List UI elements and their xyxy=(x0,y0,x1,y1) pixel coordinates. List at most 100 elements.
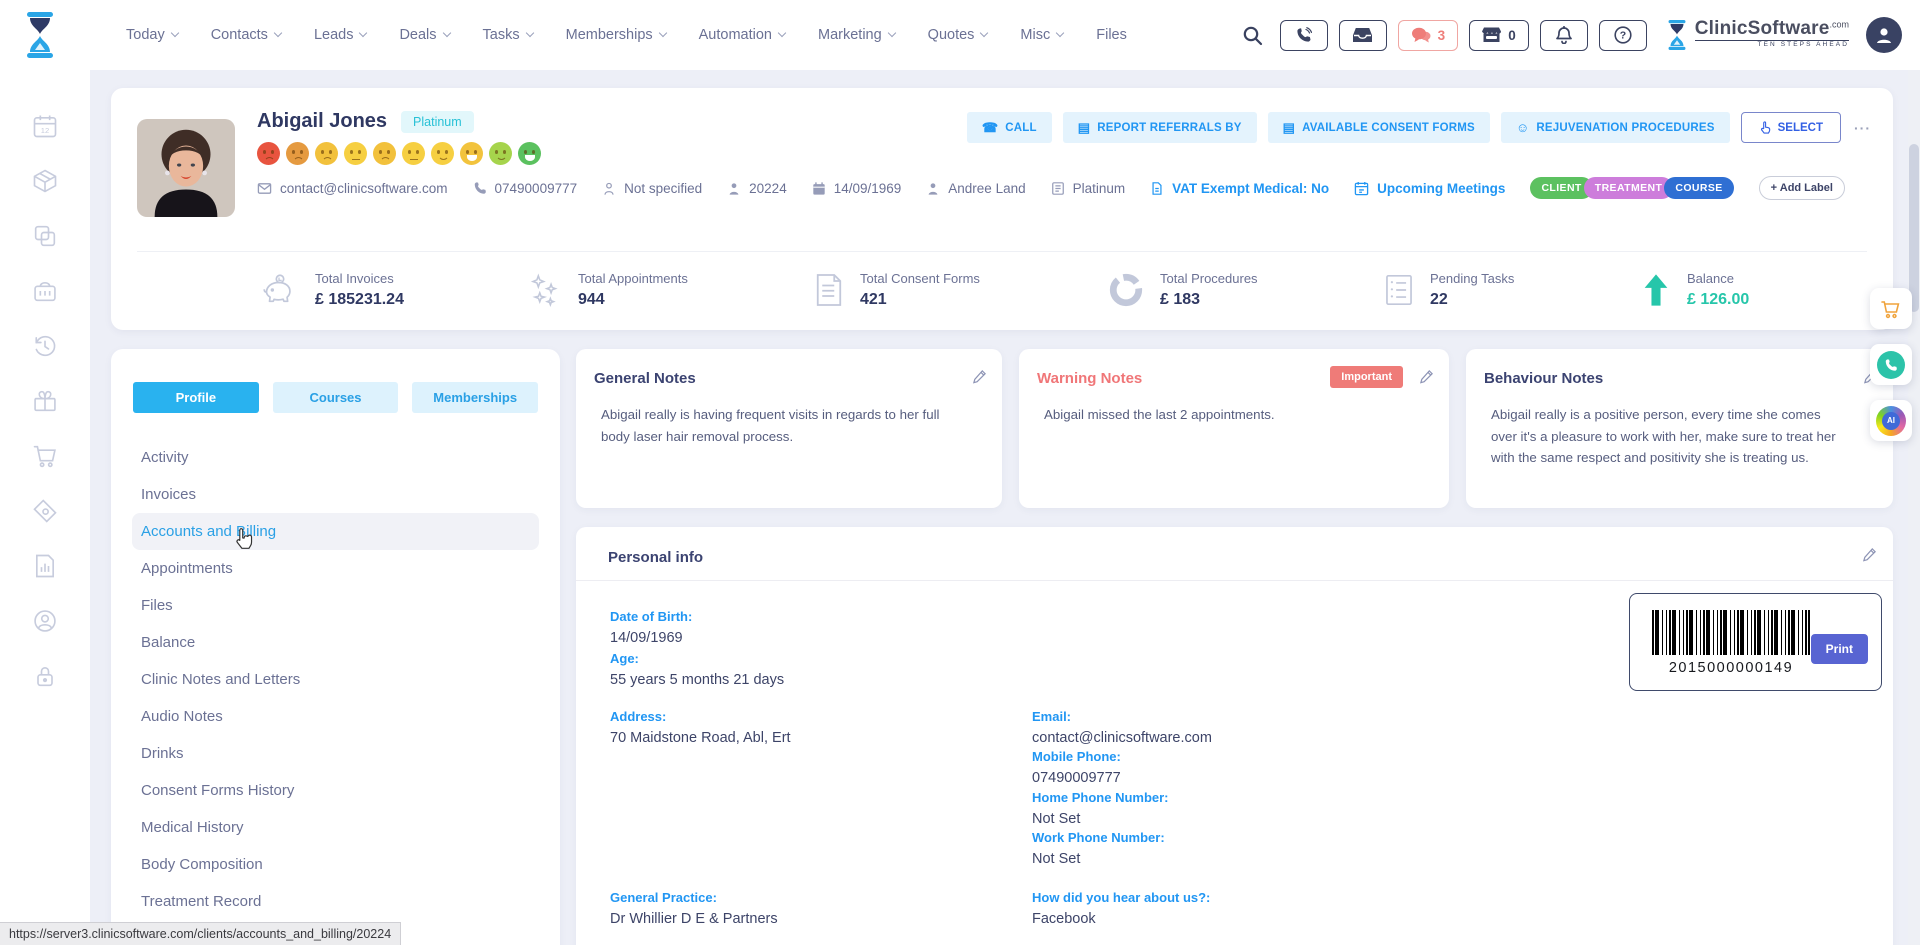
products-box-icon[interactable] xyxy=(31,167,59,195)
cart-icon[interactable] xyxy=(31,442,59,470)
menu-item-appointments[interactable]: Appointments xyxy=(132,550,539,587)
notifications-button[interactable] xyxy=(1540,20,1588,51)
stat-total-invoices: Total Invoices£ 185231.24 xyxy=(261,271,404,309)
calendar-icon[interactable]: 12 xyxy=(31,112,59,140)
tab-memberships[interactable]: Memberships xyxy=(412,382,538,413)
nav-item-misc[interactable]: Misc xyxy=(1020,27,1063,43)
menu-item-activity[interactable]: Activity xyxy=(132,439,539,476)
nav-item-leads[interactable]: Leads xyxy=(314,27,367,43)
action-button-report-referrals-by[interactable]: ▤REPORT REFERRALS BY xyxy=(1063,112,1257,143)
history-icon[interactable] xyxy=(31,332,59,360)
mood-emoji-4[interactable] xyxy=(344,142,367,165)
print-barcode-button[interactable]: Print xyxy=(1811,634,1868,664)
more-options-button[interactable]: ··· xyxy=(1854,120,1871,136)
menu-item-invoices[interactable]: Invoices xyxy=(132,476,539,513)
client-id[interactable]: 20224 xyxy=(727,181,787,196)
action-button-call[interactable]: ☎CALL xyxy=(967,112,1052,143)
nav-item-tasks[interactable]: Tasks xyxy=(483,27,533,43)
duplicates-icon[interactable] xyxy=(31,222,59,250)
nav-item-today[interactable]: Today xyxy=(126,27,178,43)
mood-emoji-6[interactable] xyxy=(402,142,425,165)
inbox-button[interactable] xyxy=(1339,20,1387,51)
client-name: Abigail Jones xyxy=(257,110,387,133)
shop-button[interactable]: 0 xyxy=(1469,20,1529,51)
upcoming-meetings-link[interactable]: Upcoming Meetings xyxy=(1354,181,1505,196)
menu-item-accounts-and-billing[interactable]: Accounts and Billing xyxy=(132,513,539,550)
user-menu-avatar[interactable] xyxy=(1866,17,1902,53)
menu-item-medical-history[interactable]: Medical History xyxy=(132,809,539,846)
client-tier-level[interactable]: Platinum xyxy=(1051,181,1126,196)
client-phone[interactable]: 07490009777 xyxy=(473,181,578,196)
menu-item-audio-notes[interactable]: Audio Notes xyxy=(132,698,539,735)
menu-item-treatment-record[interactable]: Treatment Record xyxy=(132,883,539,920)
nav-item-contacts[interactable]: Contacts xyxy=(211,27,281,43)
app-logo[interactable] xyxy=(16,7,64,63)
brand-text: ClinicSoftware.com TEN STEPS AHEAD xyxy=(1695,19,1849,49)
client-dob[interactable]: 14/09/1969 xyxy=(812,181,902,196)
page-scrollbar-track[interactable] xyxy=(1908,70,1920,945)
action-button-rejuvenation-procedures[interactable]: ☺REJUVENATION PROCEDURES xyxy=(1501,112,1730,143)
help-button[interactable]: ? xyxy=(1599,20,1647,51)
client-photo[interactable] xyxy=(137,119,235,217)
mood-emoji-8[interactable] xyxy=(460,142,483,165)
phone-float-button[interactable] xyxy=(1870,344,1912,385)
action-button-available-consent-forms[interactable]: ▤AVAILABLE CONSENT FORMS xyxy=(1268,112,1490,143)
search-icon[interactable] xyxy=(1242,25,1263,46)
person-icon xyxy=(727,181,741,196)
nav-item-marketing[interactable]: Marketing xyxy=(818,27,895,43)
mood-emoji-3[interactable] xyxy=(315,142,338,165)
dialer-button[interactable] xyxy=(1280,20,1328,51)
voucher-icon[interactable] xyxy=(31,497,59,525)
topbar-right: 3 0 ? ClinicSoftware.com TEN STEPS AHEAD xyxy=(1242,0,1902,70)
menu-item-consent-forms-history[interactable]: Consent Forms History xyxy=(132,772,539,809)
header-divider xyxy=(137,251,1867,252)
label-pill-course[interactable]: COURSE xyxy=(1664,177,1733,199)
edit-pencil-icon[interactable] xyxy=(1419,369,1434,384)
chevron-down-icon xyxy=(778,29,786,37)
gift-icon[interactable] xyxy=(31,387,59,415)
cart-float-button[interactable] xyxy=(1870,288,1912,329)
reports-icon[interactable] xyxy=(31,552,59,580)
tab-courses[interactable]: Courses xyxy=(273,382,399,413)
lock-icon[interactable] xyxy=(31,662,59,690)
client-owner[interactable]: Andree Land xyxy=(926,181,1025,196)
nav-item-quotes[interactable]: Quotes xyxy=(928,27,988,43)
mood-emoji-10[interactable] xyxy=(518,142,541,165)
nav-item-automation[interactable]: Automation xyxy=(699,27,785,43)
menu-item-balance[interactable]: Balance xyxy=(132,624,539,661)
sparkles-icon xyxy=(526,273,562,307)
label-pill-treatment[interactable]: TREATMENT xyxy=(1584,177,1674,199)
menu-item-files[interactable]: Files xyxy=(132,587,539,624)
vat-exempt-link[interactable]: VAT Exempt Medical: No xyxy=(1150,181,1329,196)
support-icon[interactable] xyxy=(31,607,59,635)
basket-icon[interactable] xyxy=(31,277,59,305)
client-gender[interactable]: Not specified xyxy=(602,181,702,196)
field-general-practice: General Practice: Dr Whillier D E & Part… xyxy=(610,890,778,927)
mood-emoji-2[interactable] xyxy=(286,142,309,165)
mood-emoji-9[interactable] xyxy=(489,142,512,165)
storefront-icon xyxy=(1482,27,1501,43)
nav-item-deals[interactable]: Deals xyxy=(399,27,449,43)
piggy-bank-icon xyxy=(261,273,299,307)
menu-item-drinks[interactable]: Drinks xyxy=(132,735,539,772)
nav-item-memberships[interactable]: Memberships xyxy=(566,27,666,43)
tab-profile[interactable]: Profile xyxy=(133,382,259,413)
phone-icon xyxy=(473,181,487,195)
mood-emoji-5[interactable] xyxy=(373,142,396,165)
ai-float-button[interactable]: AI xyxy=(1870,400,1912,441)
chat-button[interactable]: 3 xyxy=(1398,20,1459,51)
menu-item-clinic-notes-and-letters[interactable]: Clinic Notes and Letters xyxy=(132,661,539,698)
add-label-button[interactable]: + Add Label xyxy=(1759,176,1845,200)
chevron-down-icon xyxy=(525,29,533,37)
client-email[interactable]: contact@clinicsoftware.com xyxy=(257,181,448,196)
page-scrollbar-thumb[interactable] xyxy=(1909,144,1919,312)
tier-badge[interactable]: Platinum xyxy=(401,111,474,133)
edit-pencil-icon[interactable] xyxy=(1862,547,1877,562)
mood-emoji-1[interactable] xyxy=(257,142,280,165)
menu-item-body-composition[interactable]: Body Composition xyxy=(132,846,539,883)
brand-logo[interactable]: ClinicSoftware.com TEN STEPS AHEAD xyxy=(1664,19,1849,51)
select-button[interactable]: SELECT xyxy=(1741,112,1841,143)
nav-item-files[interactable]: Files xyxy=(1096,27,1127,43)
mood-emoji-7[interactable] xyxy=(431,142,454,165)
edit-pencil-icon[interactable] xyxy=(972,369,987,384)
